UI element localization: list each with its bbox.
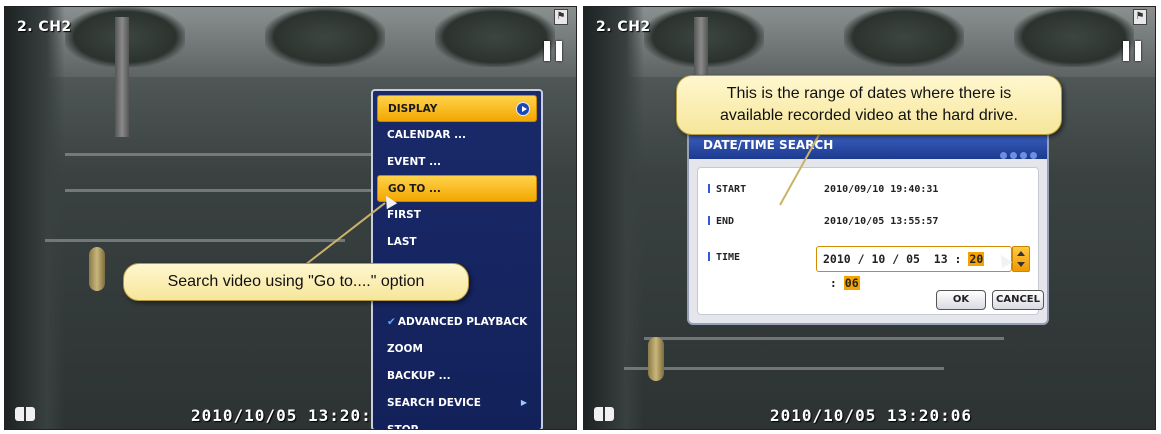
- left-video-panel: 2. CH2 ⚑ 2010/10/05 13:20: DISPLAY CALEN…: [4, 6, 577, 430]
- right-video-panel: 2. CH2 ⚑ 2010/10/05 13:20:06 DATE/TIME S…: [583, 6, 1156, 430]
- callout-pointer: [304, 202, 386, 266]
- callout-date-range: This is the range of dates where there i…: [676, 75, 1062, 135]
- callout-pointer: [779, 132, 821, 206]
- callout-go-to: Search video using "Go to...." option: [123, 263, 469, 301]
